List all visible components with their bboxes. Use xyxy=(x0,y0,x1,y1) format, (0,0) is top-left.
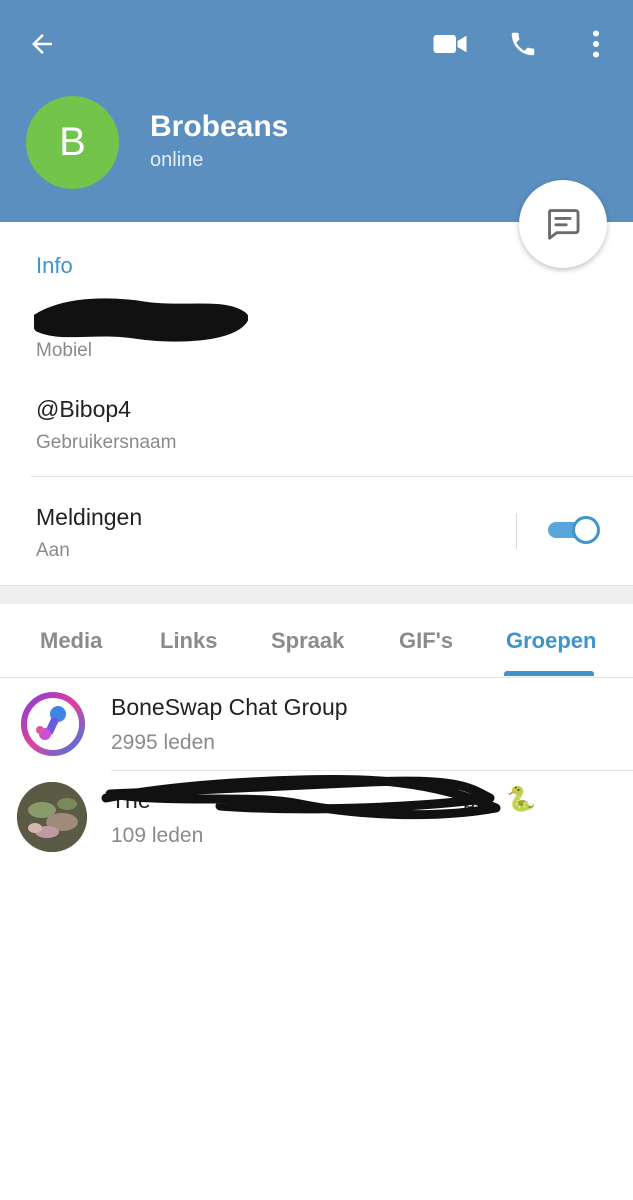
video-call-button[interactable] xyxy=(426,22,474,66)
notifications-toggle[interactable] xyxy=(548,516,600,544)
tab-spraak[interactable]: Spraak xyxy=(271,628,344,654)
group-photo xyxy=(17,782,87,852)
group-member-count: 2995 leden xyxy=(111,731,215,754)
tab-groepen[interactable]: Groepen xyxy=(506,628,596,654)
active-tab-indicator xyxy=(504,671,594,676)
message-icon xyxy=(548,209,580,240)
back-button[interactable] xyxy=(18,22,66,66)
section-gap xyxy=(0,585,633,604)
toggle-knob xyxy=(572,516,600,544)
avatar[interactable]: B xyxy=(26,96,119,189)
media-tabs: Media Links Spraak GIF's Groepen xyxy=(0,604,633,678)
more-vert-icon xyxy=(592,30,600,58)
username-label: Gebruikersnaam xyxy=(36,432,177,453)
redacted-group-name xyxy=(101,774,501,820)
phone-label: Mobiel xyxy=(36,340,92,361)
toggle-divider xyxy=(516,513,517,549)
send-message-button[interactable] xyxy=(519,180,607,268)
group-avatar-snakes[interactable] xyxy=(17,782,87,852)
redacted-phone-number xyxy=(34,298,248,342)
call-button[interactable] xyxy=(499,22,547,66)
snake-emoji-icon: 🐍 xyxy=(506,786,536,813)
video-call-icon xyxy=(433,35,467,53)
group-avatar-boneswap[interactable] xyxy=(18,689,88,759)
tab-media[interactable]: Media xyxy=(40,628,102,654)
more-options-button[interactable] xyxy=(576,22,616,66)
notifications-state: Aan xyxy=(36,540,70,561)
back-arrow-icon xyxy=(32,34,52,54)
group-member-count: 109 leden xyxy=(111,824,204,847)
tab-gifs[interactable]: GIF's xyxy=(399,628,453,654)
info-section-title: Info xyxy=(36,253,73,278)
profile-status: online xyxy=(150,149,204,171)
tab-links[interactable]: Links xyxy=(160,628,217,654)
profile-name: Brobeans xyxy=(150,110,289,143)
boneswap-logo-icon xyxy=(21,692,85,756)
username-value[interactable]: @Bibop4 xyxy=(36,396,131,423)
notifications-title[interactable]: Meldingen xyxy=(36,504,142,531)
info-divider xyxy=(30,476,633,477)
group-name[interactable]: BoneSwap Chat Group xyxy=(111,694,348,721)
phone-icon xyxy=(511,32,535,56)
